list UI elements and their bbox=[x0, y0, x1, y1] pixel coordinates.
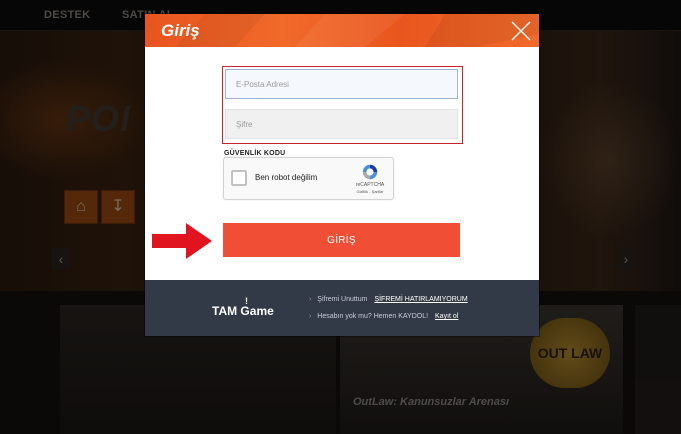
modal-footer: TAM Game ! › Şifremi Unuttum ŞİFREMİ HAT… bbox=[145, 280, 539, 336]
forgot-password-link[interactable]: ŞİFREMİ HATIRLAMIYORUM bbox=[374, 296, 467, 303]
close-icon bbox=[511, 21, 531, 41]
login-modal: Giriş GÜVENLİK KODU Ben robot değilim re… bbox=[145, 14, 539, 336]
recaptcha-widget: Ben robot değilim reCAPTCHA Gizlilik - Ş… bbox=[223, 157, 394, 200]
recaptcha-privacy-links[interactable]: Gizlilik - Şartlar bbox=[348, 189, 392, 194]
credentials-highlight bbox=[222, 66, 463, 144]
chevron-right-icon: › bbox=[309, 313, 312, 320]
forgot-password-row: › Şifremi Unuttum ŞİFREMİ HATIRLAMIYORUM bbox=[309, 296, 468, 303]
modal-header: Giriş bbox=[145, 14, 539, 47]
security-code-label: GÜVENLİK KODU bbox=[224, 150, 286, 157]
modal-title: Giriş bbox=[161, 21, 200, 40]
tamgame-logo-mark: ! bbox=[245, 296, 248, 306]
login-submit-button[interactable]: GİRİŞ bbox=[223, 223, 460, 257]
recaptcha-brand: reCAPTCHA bbox=[355, 182, 385, 188]
signup-text: Hesabın yok mu? Hemen KAYDOL! bbox=[317, 313, 429, 320]
signup-link[interactable]: Kayıt ol bbox=[435, 313, 458, 320]
signup-row: › Hesabın yok mu? Hemen KAYDOL! Kayıt ol bbox=[309, 313, 458, 320]
recaptcha-checkbox[interactable] bbox=[231, 170, 247, 186]
recaptcha-icon bbox=[362, 164, 378, 180]
password-input[interactable] bbox=[226, 110, 457, 138]
header-pattern bbox=[175, 14, 539, 47]
email-input[interactable] bbox=[226, 70, 457, 98]
recaptcha-label: Ben robot değilim bbox=[255, 173, 318, 182]
tamgame-logo: TAM Game bbox=[212, 304, 274, 318]
close-button[interactable] bbox=[511, 21, 531, 41]
chevron-right-icon: › bbox=[309, 296, 312, 303]
forgot-password-text: Şifremi Unuttum bbox=[317, 296, 368, 303]
password-field[interactable] bbox=[225, 109, 458, 139]
email-field[interactable] bbox=[225, 69, 458, 99]
pointer-arrow-icon bbox=[152, 223, 212, 259]
